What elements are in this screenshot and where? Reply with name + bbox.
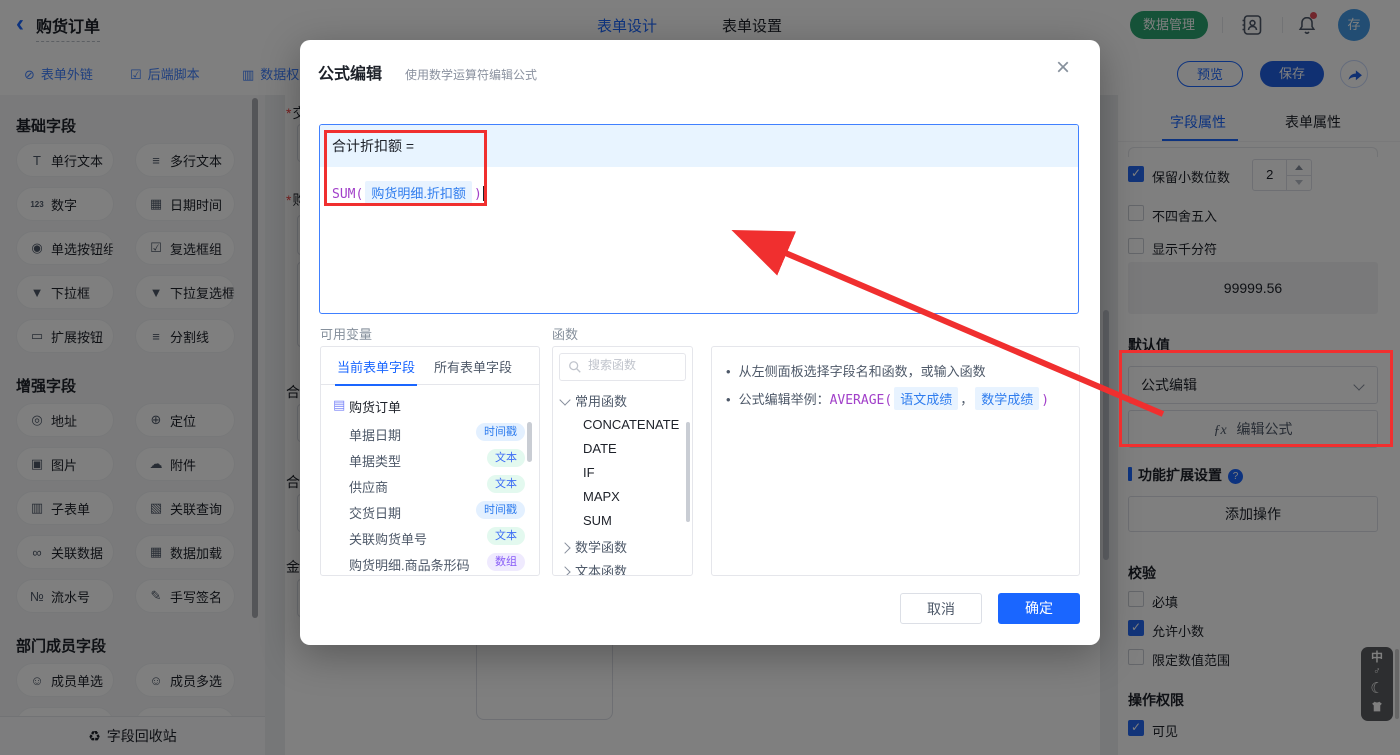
- type-badge: 文本: [487, 527, 525, 545]
- annotation-box-formula: [324, 130, 487, 206]
- type-badge: 时间戳: [476, 501, 525, 519]
- modal-subtitle: 使用数学运算符编辑公式: [405, 66, 537, 83]
- type-badge: 文本: [487, 475, 525, 493]
- help-line-2: •公式编辑举例：AVERAGE(语文成绩，数学成绩): [726, 387, 1049, 410]
- function-search[interactable]: [559, 353, 686, 381]
- functions-panel: 常用函数 CONCATENATE DATE IF MAPX SUM 数学函数 文…: [552, 346, 693, 576]
- function-group-text[interactable]: 文本函数: [561, 561, 627, 576]
- variables-scrollbar[interactable]: [527, 422, 532, 462]
- function-item[interactable]: CONCATENATE: [583, 417, 679, 432]
- help-panel: •从左侧面板选择字段名和函数，或输入函数 •公式编辑举例：AVERAGE(语文成…: [711, 346, 1080, 576]
- bullet-icon: •: [726, 364, 731, 379]
- tab-current-form-fields[interactable]: 当前表单字段: [337, 357, 415, 376]
- chevron-right-icon: [559, 542, 570, 553]
- modal-title: 公式编辑: [318, 60, 382, 84]
- type-badge: 文本: [487, 449, 525, 467]
- function-item[interactable]: MAPX: [583, 489, 620, 504]
- close-icon[interactable]: ×: [1056, 56, 1070, 80]
- cancel-button[interactable]: 取消: [900, 593, 982, 624]
- field-token-example: 数学成绩: [975, 387, 1039, 410]
- function-group-common[interactable]: 常用函数: [561, 391, 627, 410]
- function-item[interactable]: IF: [583, 465, 595, 480]
- tab-all-form-fields[interactable]: 所有表单字段: [434, 357, 512, 376]
- search-icon: [568, 360, 582, 374]
- chevron-right-icon: [559, 566, 570, 576]
- form-doc-icon: ▤: [333, 397, 345, 413]
- annotation-box-default-value: [1119, 350, 1393, 447]
- function-item[interactable]: SUM: [583, 513, 612, 528]
- function-keyword: AVERAGE(: [830, 393, 893, 408]
- variable-root-row[interactable]: ▤ 购货订单: [321, 395, 539, 417]
- functions-label: 函数: [552, 324, 578, 343]
- function-group-math[interactable]: 数学函数: [561, 537, 627, 556]
- function-item[interactable]: DATE: [583, 441, 617, 456]
- function-search-input[interactable]: [586, 357, 685, 373]
- variable-row[interactable]: 购货明细.商品条形码数组: [321, 553, 539, 575]
- variable-row[interactable]: 交货日期时间戳: [321, 501, 539, 523]
- confirm-button[interactable]: 确定: [998, 593, 1080, 624]
- variables-label: 可用变量: [320, 324, 372, 343]
- field-token-example: 语文成绩: [894, 387, 958, 410]
- variables-tabs: 当前表单字段 所有表单字段: [321, 347, 539, 385]
- app-root: ‹ 购货订单 表单设计 表单设置 数据管理 存 ⊘表单外链 ☑后端脚本 ▥数据权: [0, 0, 1400, 755]
- variable-row[interactable]: 供应商文本: [321, 475, 539, 497]
- variable-row[interactable]: 单据类型文本: [321, 449, 539, 471]
- bullet-icon: •: [726, 392, 731, 407]
- variable-row[interactable]: 单据日期时间戳: [321, 423, 539, 445]
- type-badge: 数组: [487, 553, 525, 571]
- help-line-1: •从左侧面板选择字段名和函数，或输入函数: [726, 361, 986, 380]
- variables-panel: 当前表单字段 所有表单字段 ▤ 购货订单 单据日期时间戳 单据类型文本 供应商文…: [320, 346, 540, 576]
- variable-row[interactable]: 关联购货单号文本: [321, 527, 539, 549]
- functions-scrollbar[interactable]: [686, 422, 690, 522]
- chevron-down-icon: [559, 394, 570, 405]
- type-badge: 时间戳: [476, 423, 525, 441]
